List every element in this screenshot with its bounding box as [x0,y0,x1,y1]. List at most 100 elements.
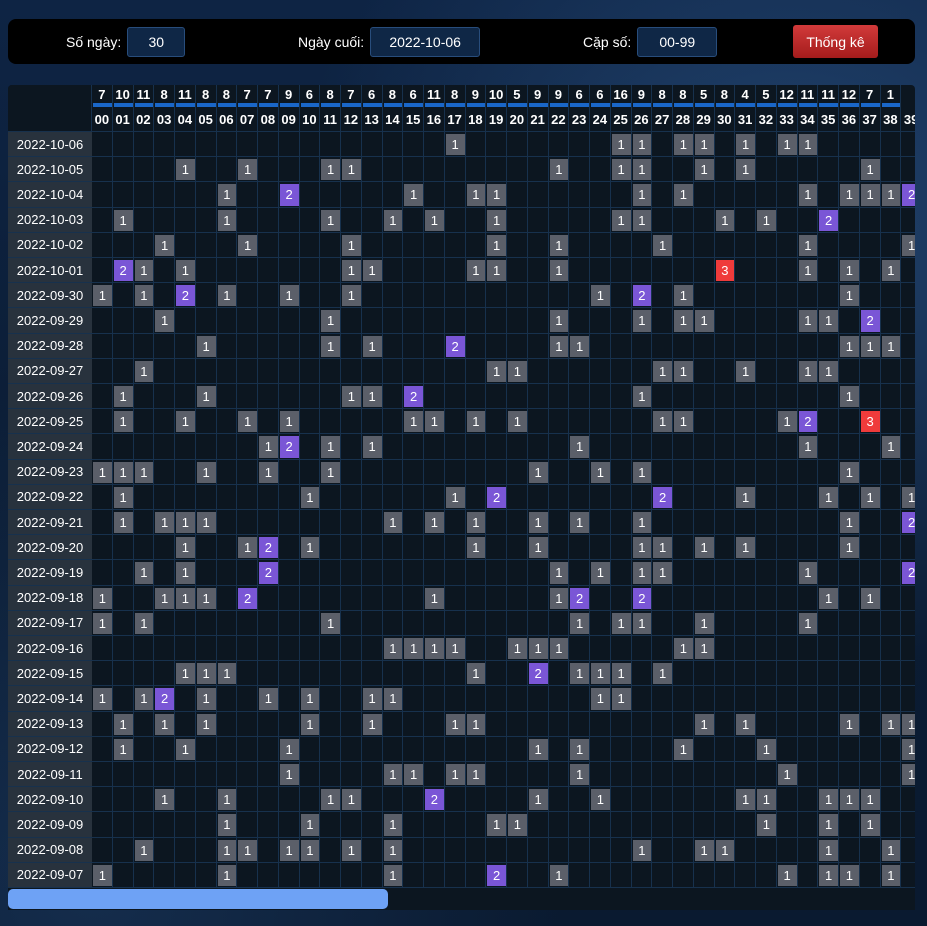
grid-cell [901,661,915,687]
pair-input[interactable]: 00-99 [637,26,718,57]
grid-cell [258,182,279,208]
hit-count-cell: 1 [383,814,403,836]
grid-cell [631,736,653,762]
grid-cell [444,610,466,636]
horizontal-scrollbar[interactable] [8,888,915,910]
hit-count-cell: 1 [653,234,672,256]
grid-cell [444,283,466,309]
grid-cell [756,308,777,334]
corner-header [8,85,92,132]
hit-count-cell: 1 [217,864,237,886]
grid-cell [548,787,570,813]
frequency-bar [404,103,423,107]
grid-cell [673,862,694,888]
grid-cell [175,787,196,813]
grid-cell [175,333,196,359]
grid-cell [569,232,590,258]
grid-cell [112,434,134,460]
grid-cell [424,762,445,788]
scrollbar-thumb[interactable] [8,889,388,909]
hit-count-cell: 1 [715,209,735,231]
hit-count-cell: 1 [860,789,880,811]
grid-cell [216,736,238,762]
grid-cell [652,207,673,233]
grid-cell [195,232,217,258]
hit-count-cell: 1 [840,713,859,735]
row-date: 2022-09-27 [8,358,92,384]
grid-cell [320,182,341,208]
grid-cell [465,736,487,762]
grid-cell [756,434,777,460]
grid-cell [258,484,279,510]
grid-cell [673,157,694,183]
grid-cell [714,787,736,813]
grid-cell [299,182,321,208]
grid-cell [92,736,113,762]
grid-cell [901,787,915,813]
grid-cell [216,585,238,611]
grid-cell [797,283,819,309]
grid-cell [154,610,175,636]
row-date: 2022-10-03 [8,207,92,233]
hit-count-cell: 1 [611,612,631,634]
grid-cell [237,736,258,762]
hit-count-cell: 1 [570,663,589,685]
hit-count-cell: 1 [445,134,465,156]
grid-cell [527,762,549,788]
hit-count-cell: 1 [134,360,154,382]
hit-count-cell: 1 [715,839,735,861]
hit-count-cell: 1 [321,612,340,634]
grid-cell [175,610,196,636]
grid-cell [112,182,134,208]
grid-cell [756,132,777,158]
grid-cell [548,484,570,510]
hit-count-cell: 1 [549,260,569,282]
grid-cell [320,132,341,158]
last-date-input[interactable]: 2022-10-06 [370,26,481,57]
grid-cell [133,484,155,510]
grid-cell [714,610,736,636]
grid-cell [610,283,632,309]
grid-cell [444,434,466,460]
hit-count-cell: 1 [611,209,631,231]
grid-cell [92,661,113,687]
grid-cell [320,232,341,258]
grid-cell [237,308,258,334]
hit-count-cell: 1 [134,260,154,282]
grid-cell [361,484,383,510]
grid-cell [444,258,466,284]
grid-cell [444,157,466,183]
grid-cell [299,132,321,158]
hit-count-cell: 1 [508,638,527,660]
grid-cell [299,157,321,183]
hit-count-cell: 1 [798,134,818,156]
hit-count-cell: 1 [840,184,859,206]
hit-count-cell: 1 [591,461,610,483]
days-input[interactable]: 30 [127,26,186,57]
grid-cell [859,636,881,662]
grid-cell [424,736,445,762]
grid-cell [403,812,424,838]
grid-cell [631,232,653,258]
grid-cell [341,308,362,334]
grid-cell [444,812,466,838]
grid-cell [112,686,134,712]
row-date: 2022-10-01 [8,258,92,284]
grid-cell [507,157,528,183]
hit-count-cell: 1 [840,864,859,886]
grid-cell [507,308,528,334]
grid-cell [237,258,258,284]
hit-count-cell: 1 [93,461,112,483]
grid-cell [465,484,487,510]
hit-count-cell: 1 [840,537,859,559]
hit-count-cell: 1 [591,285,610,307]
grid-cell [901,384,915,410]
statistics-button[interactable]: Thống kê [793,25,878,58]
grid-cell [237,132,258,158]
grid-cell [424,434,445,460]
grid-cell [258,610,279,636]
grid-cell [216,636,238,662]
grid-cell [382,560,404,586]
grid-cell [776,787,798,813]
grid-cell [507,736,528,762]
